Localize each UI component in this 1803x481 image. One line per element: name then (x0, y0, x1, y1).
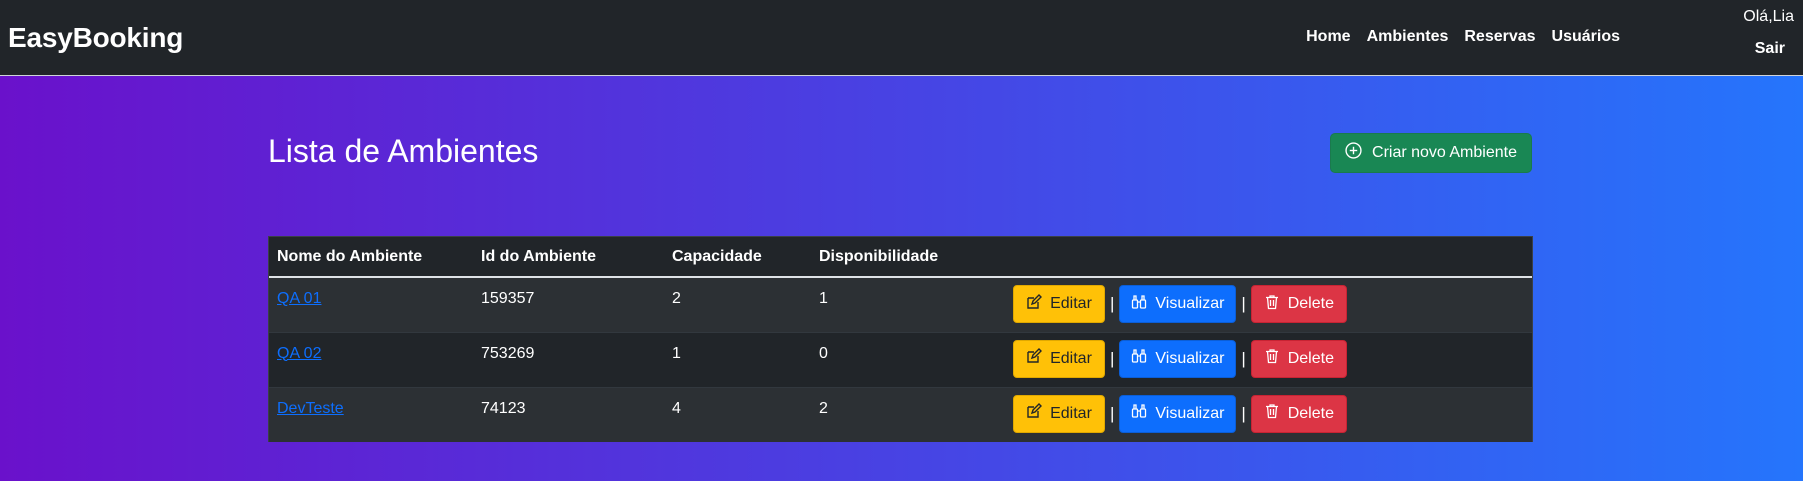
ambientes-table: Nome do Ambiente Id do Ambiente Capacida… (268, 236, 1533, 442)
column-header-nome: Nome do Ambiente (277, 247, 423, 265)
edit-button-label: Editar (1050, 295, 1092, 312)
delete-button-label: Delete (1287, 349, 1334, 367)
nav-link-reservas[interactable]: Reservas (1464, 28, 1535, 46)
ambiente-availability: 2 (819, 399, 828, 417)
edit-button[interactable]: Editar (1013, 339, 1105, 378)
table-row: QA 01 159357 2 1 Editar | Visualizar | D… (269, 277, 1532, 332)
trash-icon (1264, 403, 1280, 424)
table-row: DevTeste 74123 4 2 Editar | Visualizar |… (269, 387, 1532, 442)
pencil-square-icon (1026, 403, 1043, 424)
delete-button-label: Delete (1287, 404, 1334, 422)
view-button-label: Visualizar (1155, 295, 1225, 312)
plus-circle-icon (1345, 142, 1362, 164)
delete-button-label: Delete (1287, 295, 1334, 312)
column-header-capacidade: Capacidade (672, 247, 762, 265)
brand-logo[interactable]: EasyBooking (8, 22, 183, 54)
binoculars-icon (1131, 403, 1147, 424)
separator: | (1110, 294, 1115, 313)
edit-button-label: Editar (1050, 404, 1092, 422)
trash-icon (1264, 294, 1280, 315)
delete-button[interactable]: Delete (1250, 339, 1347, 378)
ambiente-name-link[interactable]: QA 01 (277, 290, 321, 307)
ambiente-availability: 0 (819, 344, 828, 362)
separator: | (1241, 294, 1246, 313)
create-button-label: Criar novo Ambiente (1372, 144, 1517, 161)
view-button-label: Visualizar (1155, 349, 1225, 367)
ambiente-id: 159357 (481, 290, 535, 307)
binoculars-icon (1131, 294, 1147, 315)
ambiente-capacity: 1 (672, 344, 681, 362)
column-header-id: Id do Ambiente (481, 247, 596, 265)
trash-icon (1264, 348, 1280, 369)
nav-link-home[interactable]: Home (1306, 28, 1350, 46)
create-ambiente-button[interactable]: Criar novo Ambiente (1330, 133, 1532, 173)
ambiente-id: 74123 (481, 399, 526, 417)
table-header-row: Nome do Ambiente Id do Ambiente Capacida… (269, 237, 1532, 277)
column-header-actions (1005, 237, 1532, 277)
logout-link[interactable]: Sair (1755, 40, 1785, 58)
edit-button[interactable]: Editar (1013, 394, 1105, 433)
edit-button-label: Editar (1050, 349, 1092, 367)
page-title: Lista de Ambientes (268, 133, 539, 169)
user-greeting: Olá,Lia (1743, 8, 1794, 25)
view-button[interactable]: Visualizar (1119, 285, 1237, 323)
separator: | (1241, 348, 1246, 368)
view-button[interactable]: Visualizar (1119, 394, 1237, 433)
nav-link-ambientes[interactable]: Ambientes (1367, 28, 1449, 46)
ambiente-id: 753269 (481, 344, 535, 362)
ambiente-availability: 1 (819, 290, 828, 307)
ambiente-capacity: 4 (672, 399, 681, 417)
ambiente-capacity: 2 (672, 290, 681, 307)
view-button[interactable]: Visualizar (1119, 339, 1237, 378)
separator: | (1110, 403, 1115, 423)
nav-link-usuarios[interactable]: Usuários (1552, 28, 1620, 46)
delete-button[interactable]: Delete (1250, 394, 1347, 433)
pencil-square-icon (1026, 348, 1043, 369)
separator: | (1241, 403, 1246, 423)
pencil-square-icon (1026, 293, 1043, 315)
ambiente-name-link[interactable]: DevTeste (277, 400, 344, 417)
ambiente-name-link[interactable]: QA 02 (277, 345, 321, 362)
column-header-disponibilidade: Disponibilidade (819, 247, 939, 265)
binoculars-icon (1131, 348, 1147, 369)
nav-links: Home Ambientes Reservas Usuários (1306, 28, 1620, 46)
navbar: EasyBooking Home Ambientes Reservas Usuá… (0, 0, 1803, 76)
view-button-label: Visualizar (1155, 404, 1225, 422)
separator: | (1110, 348, 1115, 368)
edit-button[interactable]: Editar (1013, 285, 1105, 323)
table-row: QA 02 753269 1 0 Editar | Visualizar | D… (269, 332, 1532, 387)
delete-button[interactable]: Delete (1250, 285, 1347, 323)
